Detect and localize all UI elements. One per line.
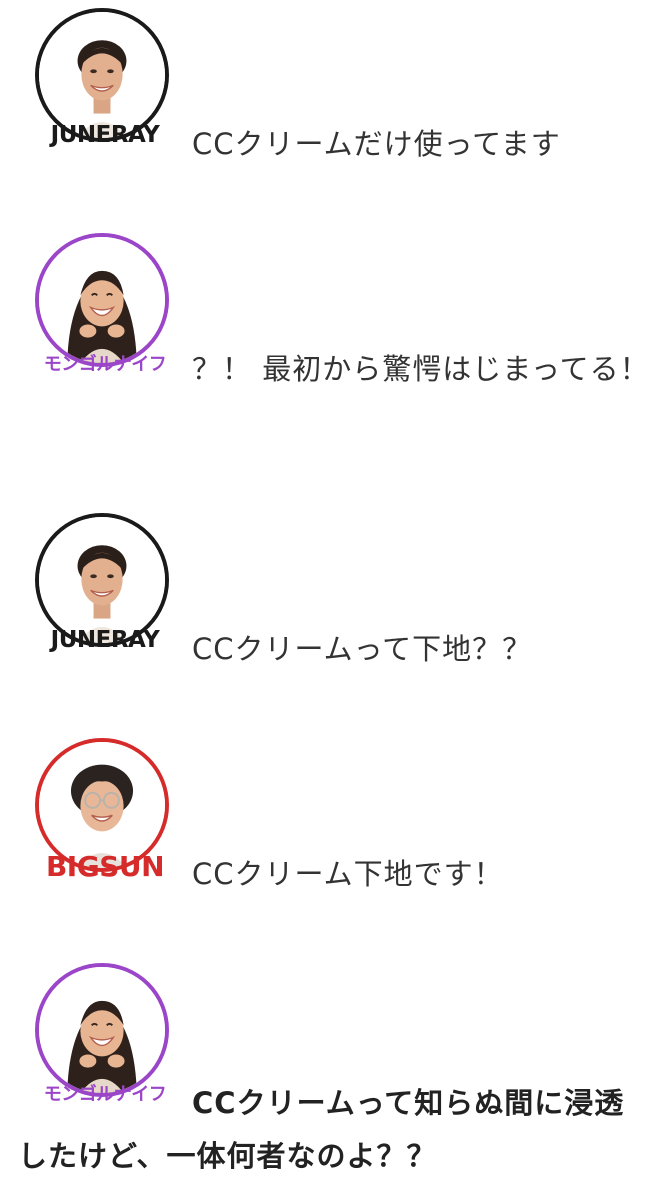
message-text: CCクリームだけ使ってます bbox=[192, 127, 561, 161]
message-text: CCクリームって知らぬ間に浸透したけど、一体何者なのよ？？ bbox=[18, 1086, 625, 1173]
message-text: ？！ 最初から驚愕はじまってる！ bbox=[192, 352, 650, 386]
message-text: CCクリームって下地？？ bbox=[192, 632, 533, 666]
message-text: CCクリーム下地です！ bbox=[192, 857, 504, 891]
